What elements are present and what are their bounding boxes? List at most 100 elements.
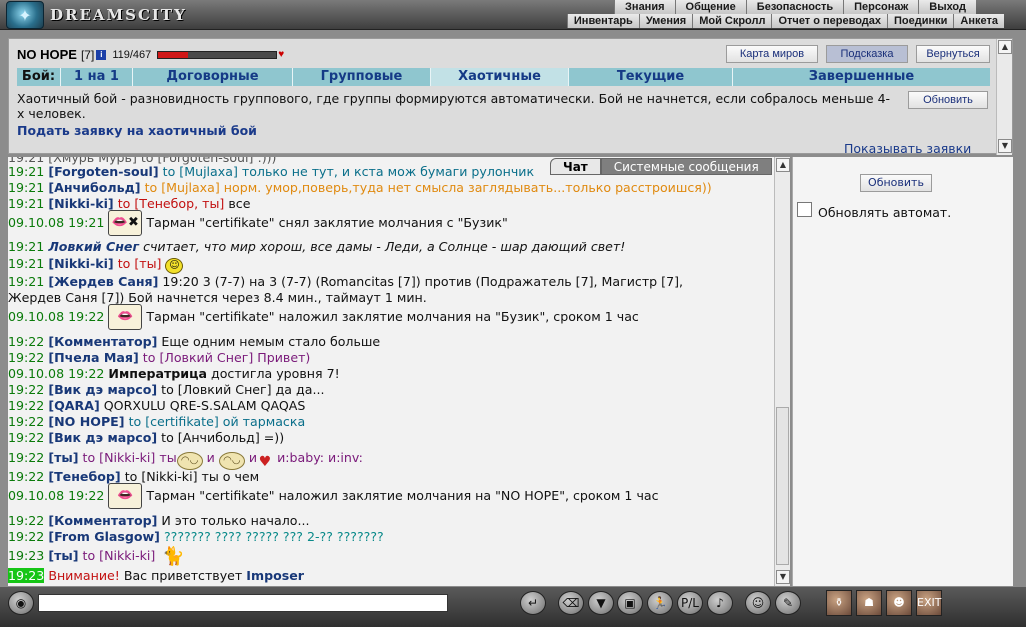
tab-group[interactable]: Групповые: [293, 68, 431, 86]
chat-recipient[interactable]: to [Nikki-ki]: [83, 548, 156, 563]
save-icon[interactable]: ▣: [617, 591, 643, 615]
filter-icon[interactable]: ▼: [588, 591, 614, 615]
menu-duels[interactable]: Поединки: [887, 14, 954, 28]
chat-line: 09.10.08 19:22 Императрица достигла уров…: [8, 366, 774, 381]
menu-knowledge[interactable]: Знания: [614, 0, 675, 14]
menu-communication[interactable]: Общение: [674, 0, 746, 14]
chat-text: только не тут, и кста мож бумаги рулончи…: [241, 164, 535, 179]
scroll-down-icon[interactable]: ▼: [776, 570, 790, 584]
scroll-thumb[interactable]: [776, 407, 789, 565]
tab-current[interactable]: Текущие: [569, 68, 733, 86]
chat-time: 19:22: [8, 529, 45, 544]
tab-agreed[interactable]: Договорные: [133, 68, 293, 86]
tab-system-messages[interactable]: Системные сообщения: [600, 158, 772, 175]
chat-time: 19:22: [8, 450, 45, 465]
chat-nick[interactable]: Imposer: [246, 568, 304, 583]
potion-icon[interactable]: ⚱: [826, 590, 852, 616]
back-button[interactable]: Вернуться: [916, 45, 990, 63]
chat-text: ты: [159, 450, 177, 465]
menu-inventory[interactable]: Инвентарь: [566, 14, 639, 28]
battle-tabs-label: Бой:: [17, 68, 61, 86]
scroll-up-icon[interactable]: ▲: [776, 158, 790, 172]
tab-chat[interactable]: Чат: [550, 158, 601, 175]
eraser-icon[interactable]: ⌫: [558, 591, 584, 615]
character-icon[interactable]: ☗: [856, 590, 882, 616]
friends-icon[interactable]: ☻: [886, 590, 912, 616]
hint-button[interactable]: Подсказка: [826, 45, 908, 63]
chat-nick[interactable]: [Тенебор]: [48, 469, 120, 484]
info-icon[interactable]: i: [96, 49, 107, 60]
chat-nick[interactable]: [Forgoten-soul]: [48, 164, 158, 179]
chat-nick[interactable]: [Комментатор]: [48, 513, 157, 528]
chat-nick[interactable]: [ты]: [48, 548, 78, 563]
refresh-button[interactable]: Обновить: [908, 91, 988, 109]
exit-icon[interactable]: EXIT: [916, 590, 942, 616]
chat-nick[interactable]: [Анчибольд]: [48, 180, 140, 195]
smiles-icon[interactable]: ☺: [745, 591, 771, 615]
chat-text: QORXULU QRE-S.SALAM QAQAS: [103, 398, 306, 413]
chat-nick[interactable]: [ты]: [48, 450, 78, 465]
smiley-icon: ☺: [165, 258, 184, 274]
refresh-list-button[interactable]: Обновить: [860, 174, 932, 192]
chat-nick[interactable]: [QARA]: [48, 398, 99, 413]
chat-nick[interactable]: [From Glasgow]: [48, 529, 160, 544]
menu-exit[interactable]: Выход: [918, 0, 976, 14]
translit-icon[interactable]: Р/L: [677, 591, 703, 615]
panel-scrollbar[interactable]: ▲ ▼: [996, 39, 1012, 155]
chat-nick[interactable]: [Вик дэ марсо]: [48, 382, 157, 397]
chat-text: Тарман "certifikate" наложил заклятие мо…: [146, 488, 659, 503]
chat-nick[interactable]: Императрица: [108, 366, 207, 381]
scroll-down-icon[interactable]: ▼: [998, 139, 1012, 153]
tab-finished[interactable]: Завершенные: [733, 68, 990, 86]
chat-recipient[interactable]: to [certifikate]: [129, 414, 219, 429]
silence-removed-icon: 👄✖: [108, 210, 143, 236]
chat-nick[interactable]: [Nikki-ki]: [48, 196, 113, 211]
chat-recipient[interactable]: to [ты]: [118, 256, 162, 271]
player-name[interactable]: NO HOPE: [17, 47, 77, 62]
sound-icon[interactable]: ♪: [707, 591, 733, 615]
tab-1v1[interactable]: 1 на 1: [61, 68, 133, 86]
menu-transfer-report[interactable]: Отчет о переводах: [771, 14, 888, 28]
chat-line: 19:22 [Тенебор] to [Nikki-ki] ты о чем: [8, 469, 774, 484]
chat-time: 09.10.08 19:21: [8, 215, 105, 230]
chat-text: все: [228, 196, 251, 211]
menu-character[interactable]: Персонаж: [843, 0, 919, 14]
menu-security[interactable]: Безопасность: [745, 0, 844, 14]
world-map-button[interactable]: Карта миров: [726, 45, 818, 63]
chat-input[interactable]: [38, 594, 448, 612]
chat-head-icon[interactable]: ◉: [8, 591, 34, 615]
clear-chat-icon[interactable]: ✎: [775, 591, 801, 615]
chat-nick[interactable]: [NO HOPE]: [48, 414, 124, 429]
chat-nick[interactable]: [Nikki-ki]: [48, 256, 113, 271]
chat-recipient[interactable]: to [Ловкий Снег]: [143, 350, 253, 365]
chat-nick[interactable]: [Комментатор]: [48, 334, 157, 349]
chat-recipient[interactable]: to [Тенебор, ты]: [118, 196, 225, 211]
chat-line: 19:21 [Анчибольд] to [Mujlaxa] норм. умо…: [8, 180, 774, 195]
run-icon[interactable]: 🏃: [647, 591, 673, 615]
chat-nick[interactable]: [Вик дэ марсо]: [48, 430, 157, 445]
chat-time: 09.10.08 19:22: [8, 366, 105, 381]
chat-nick[interactable]: Ловкий Снег: [48, 239, 139, 254]
chat-text: норм. умор,поверь,туда нет смысла загляд…: [223, 180, 712, 195]
menu-skills[interactable]: Умения: [638, 14, 693, 28]
chat-time: 19:23: [8, 568, 45, 583]
chat-text: Тарман "certifikate" снял заклятие молча…: [146, 215, 508, 230]
send-icon[interactable]: ↵: [520, 591, 546, 615]
hp-value: 119/467: [112, 48, 152, 61]
chat-line: 19:22 [QARA] QORXULU QRE-S.SALAM QAQAS: [8, 398, 774, 413]
chat-nick[interactable]: [Пчела Мая]: [48, 350, 138, 365]
show-requests-link[interactable]: Показывать заявки: [844, 141, 971, 156]
chat-recipient[interactable]: to [Mujlaxa]: [163, 164, 238, 179]
chat-nick[interactable]: [Жердев Саня]: [48, 274, 158, 289]
chat-recipient[interactable]: to [Nikki-ki]: [83, 450, 156, 465]
chat-time: 19:22: [8, 334, 45, 349]
chat-scrollbar[interactable]: ▲ ▼: [774, 157, 790, 586]
scroll-up-icon[interactable]: ▲: [998, 40, 1012, 54]
chat-recipient[interactable]: to [Mujlaxa]: [145, 180, 220, 195]
chat-line: 19:21 [Nikki-ki] to [ты] ☺: [8, 254, 774, 274]
auto-refresh-checkbox[interactable]: [797, 202, 812, 217]
tab-chaotic[interactable]: Хаотичные: [431, 68, 569, 86]
apply-chaotic-link[interactable]: Подать заявку на хаотичный бой: [17, 123, 257, 138]
menu-my-scroll[interactable]: Мой Скролл: [692, 14, 772, 28]
menu-profile[interactable]: Анкета: [953, 14, 1004, 28]
